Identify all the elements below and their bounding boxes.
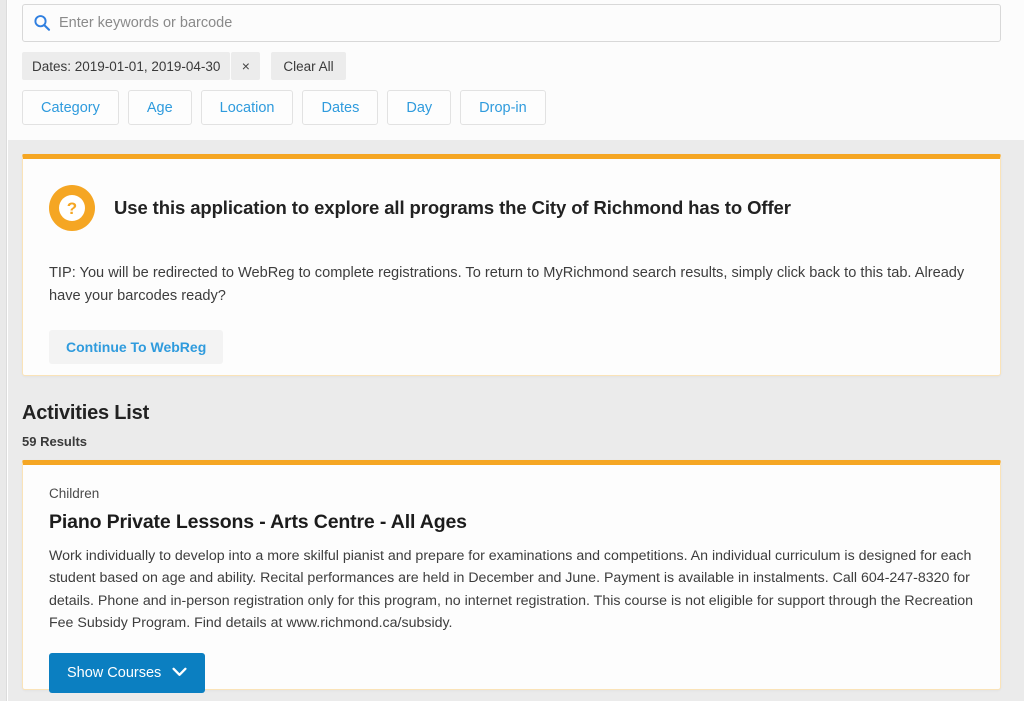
clear-all-filters-button[interactable]: Clear All (271, 52, 346, 80)
show-courses-button[interactable]: Show Courses (49, 653, 206, 694)
info-banner-card: ? Use this application to explore all pr… (22, 154, 1001, 376)
page-root: Dates: 2019-01-01, 2019-04-30 × Clear Al… (0, 0, 1024, 701)
activity-card-body: Children Piano Private Lessons - Arts Ce… (23, 465, 1000, 694)
activities-list-header: Activities List 59 Results (22, 402, 1001, 449)
show-courses-label: Show Courses (67, 665, 162, 682)
activity-category: Children (49, 486, 100, 501)
filter-button-row: Category Age Location Dates Day Drop-in (22, 90, 546, 125)
activity-card: Children Piano Private Lessons - Arts Ce… (22, 460, 1001, 694)
chevron-down-icon (172, 665, 187, 681)
active-filter-chips: Dates: 2019-01-01, 2019-04-30 × Clear Al… (22, 52, 346, 80)
filter-button-location[interactable]: Location (200, 90, 294, 125)
remove-dates-filter-button[interactable]: × (231, 52, 261, 80)
info-banner-title: Use this application to explore all prog… (114, 197, 791, 218)
activities-list-title: Activities List (22, 402, 150, 424)
main-content: ? Use this application to explore all pr… (8, 140, 1024, 701)
left-gutter (0, 0, 7, 701)
filter-button-dropin[interactable]: Drop-in (460, 90, 546, 125)
search-input[interactable] (59, 15, 990, 31)
search-bar[interactable] (22, 4, 1001, 42)
filter-button-day[interactable]: Day (387, 90, 452, 125)
continue-to-webreg-button[interactable]: Continue To WebReg (49, 330, 224, 365)
activity-description: Work individually to develop into a more… (49, 548, 974, 631)
filter-chip-dates: Dates: 2019-01-01, 2019-04-30 (22, 52, 231, 80)
search-filter-zone: Dates: 2019-01-01, 2019-04-30 × Clear Al… (8, 0, 1024, 140)
search-icon (33, 14, 51, 32)
question-mark-icon: ? (49, 185, 95, 231)
filter-button-age[interactable]: Age (127, 90, 192, 125)
info-banner-tip: TIP: You will be redirected to WebReg to… (49, 265, 965, 305)
results-count: 59 Results (22, 434, 88, 449)
filter-button-category[interactable]: Category (22, 90, 119, 125)
filter-button-dates[interactable]: Dates (302, 90, 379, 125)
filter-chip-label: Dates: 2019-01-01, 2019-04-30 (32, 58, 221, 74)
activity-title: Piano Private Lessons - Arts Centre - Al… (49, 511, 467, 533)
info-banner-header: ? Use this application to explore all pr… (23, 159, 1000, 231)
